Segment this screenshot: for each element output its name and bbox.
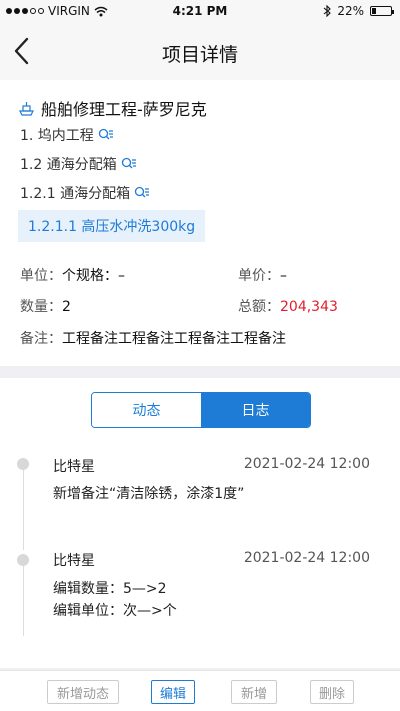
battery-level bbox=[372, 8, 376, 14]
status-bar: VIRGIN 4:21 PM 22% bbox=[0, 0, 400, 22]
path-level-2-label: 1.2 通海分配箱 bbox=[20, 157, 117, 173]
nav-bar: 项目详情 bbox=[0, 22, 400, 80]
path-level-3: 1.2.1 通海分配箱 bbox=[20, 183, 150, 203]
timeline-line bbox=[23, 470, 24, 550]
price-value: – bbox=[280, 268, 287, 284]
path-level-1-label: 1. 坞内工程 bbox=[20, 128, 94, 144]
total-field: 总额：204,343 bbox=[238, 296, 338, 316]
price-label: 单价： bbox=[238, 268, 280, 284]
timeline-dot bbox=[17, 554, 29, 566]
unit-value: 个规格：– bbox=[62, 268, 125, 284]
log-entry-text: 编辑数量：5—>2 bbox=[53, 581, 167, 597]
tab-switch: 动态 日志 bbox=[91, 392, 311, 428]
timeline-line bbox=[23, 566, 24, 636]
bluetooth-icon bbox=[323, 5, 332, 17]
quantity-field: 数量：2 bbox=[20, 296, 71, 316]
filter-search-icon[interactable] bbox=[121, 157, 137, 171]
quantity-label: 数量： bbox=[20, 299, 62, 315]
log-entry-text: 编辑单位：次—>个 bbox=[53, 603, 177, 619]
project-info-card: 船舶修理工程-萨罗尼克 1. 坞内工程 1.2 通海分配箱 1.2.1 通海分配… bbox=[0, 80, 400, 366]
battery-group: 22% bbox=[323, 4, 394, 18]
price-field: 单价：– bbox=[238, 265, 287, 285]
path-level-3-label: 1.2.1 通海分配箱 bbox=[20, 186, 131, 202]
add-dynamic-button[interactable]: 新增动态 bbox=[47, 680, 119, 704]
battery-icon bbox=[370, 6, 394, 16]
selected-item-chip[interactable]: 1.2.1.1 高压水冲洗300kg bbox=[18, 210, 206, 242]
filter-search-icon[interactable] bbox=[98, 128, 114, 142]
ship-icon bbox=[19, 101, 34, 116]
edit-button[interactable]: 编辑 bbox=[151, 680, 195, 704]
project-title: 船舶修理工程-萨罗尼克 bbox=[41, 100, 207, 119]
unit-label: 单位： bbox=[20, 268, 62, 284]
log-entry-text: 新增备注“清洁除锈，涂漆1度” bbox=[53, 486, 245, 502]
total-label: 总额： bbox=[238, 299, 280, 315]
path-level-2: 1.2 通海分配箱 bbox=[20, 154, 137, 174]
note-label: 备注： bbox=[20, 331, 62, 347]
battery-percent: 22% bbox=[337, 4, 364, 18]
note-field: 备注：工程备注工程备注工程备注工程备注 bbox=[20, 328, 286, 348]
filter-search-icon[interactable] bbox=[134, 186, 150, 200]
tab-dynamic[interactable]: 动态 bbox=[92, 393, 201, 427]
log-entry-time: 2021-02-24 12:00 bbox=[243, 550, 370, 566]
tab-log[interactable]: 日志 bbox=[201, 393, 310, 427]
timeline-dot bbox=[17, 458, 29, 470]
note-value: 工程备注工程备注工程备注工程备注 bbox=[62, 331, 286, 347]
path-level-1: 1. 坞内工程 bbox=[20, 125, 114, 145]
add-button[interactable]: 新增 bbox=[231, 680, 277, 704]
delete-button[interactable]: 删除 bbox=[310, 680, 354, 704]
activity-panel: 动态 日志 比特星 2021-02-24 12:00 新增备注“清洁除锈，涂漆1… bbox=[0, 378, 400, 668]
unit-field: 单位：个规格：– bbox=[20, 265, 125, 285]
log-entry-author: 比特星 bbox=[53, 459, 95, 475]
page-title: 项目详情 bbox=[161, 44, 238, 66]
quantity-value: 2 bbox=[62, 299, 71, 315]
log-entry-time: 2021-02-24 12:00 bbox=[243, 456, 370, 472]
bottom-toolbar: 新增动态 编辑 新增 删除 bbox=[0, 670, 400, 711]
total-value: 204,343 bbox=[280, 299, 338, 315]
project-title-row: 船舶修理工程-萨罗尼克 bbox=[18, 96, 207, 120]
log-entry-author: 比特星 bbox=[53, 553, 95, 569]
